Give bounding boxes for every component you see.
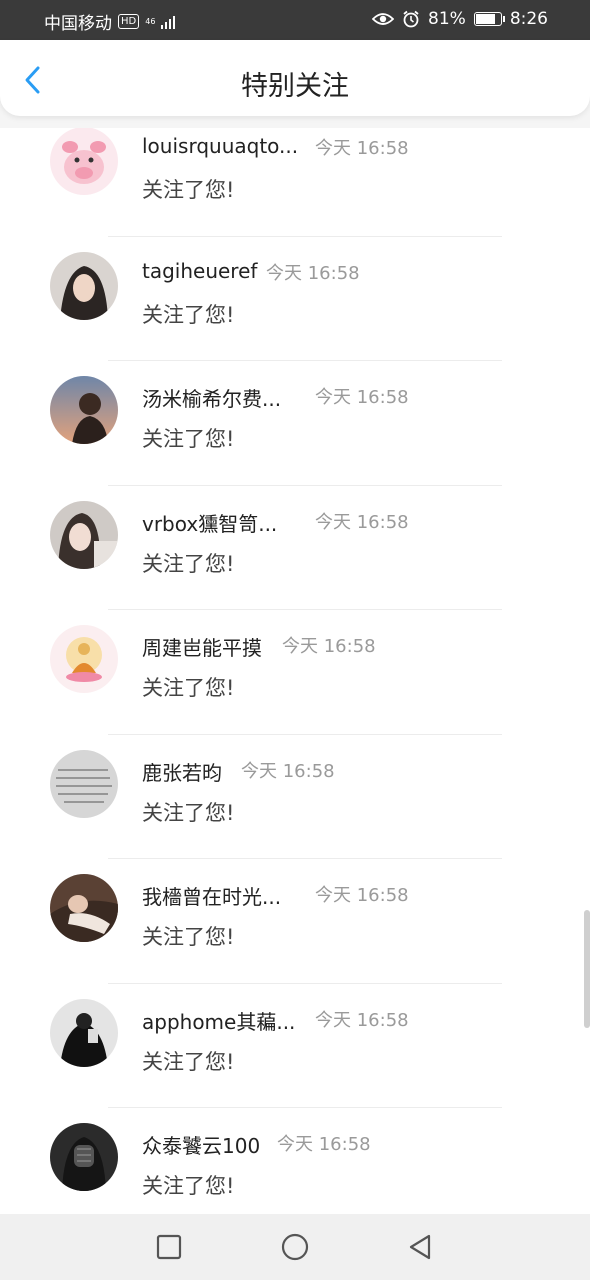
pig-avatar[interactable] xyxy=(50,128,118,195)
eye-icon xyxy=(372,13,395,25)
follow-time: 今天 16:58 xyxy=(315,138,409,159)
follow-message: 关注了您! xyxy=(142,1174,235,1198)
follow-message: 关注了您! xyxy=(142,676,235,700)
list-item[interactable]: 鹿张若昀 今天 16:58 关注了您! xyxy=(0,735,590,859)
woman-portrait-avatar[interactable] xyxy=(50,251,118,320)
user-name[interactable]: apphome其藊... xyxy=(142,1006,295,1035)
user-name[interactable]: 鹿张若昀 xyxy=(142,757,222,786)
list-item[interactable]: apphome其藊... 今天 16:58 关注了您! xyxy=(0,984,590,1108)
follow-time: 今天 16:58 xyxy=(241,760,335,782)
follow-time: 今天 16:58 xyxy=(315,511,409,533)
follow-time: 今天 16:58 xyxy=(315,885,409,906)
follow-time: 今天 16:58 xyxy=(315,387,409,408)
network-type-label: 46 xyxy=(145,16,156,26)
follow-message: 关注了您! xyxy=(142,178,235,202)
user-name[interactable]: 我檣曾在时光... xyxy=(142,881,281,910)
buddha-avatar[interactable] xyxy=(50,625,118,693)
follow-time: 今天 16:58 xyxy=(277,1134,371,1155)
battery-level-fill xyxy=(475,14,495,24)
hd-badge: HD xyxy=(118,14,140,29)
list-item[interactable]: 周建岜能平摸 今天 16:58 关注了您! xyxy=(0,610,590,735)
system-nav-bar xyxy=(0,1214,590,1280)
follow-message: 关注了您! xyxy=(142,1049,235,1074)
follow-message: 关注了您! xyxy=(142,800,235,825)
list-item[interactable]: 众泰饕云100 今天 16:58 关注了您! xyxy=(0,1108,590,1214)
status-left: 中国移动 HD 46 xyxy=(44,9,176,34)
follow-message: 关注了您! xyxy=(142,302,235,327)
back-icon xyxy=(409,1234,431,1260)
alarm-icon xyxy=(403,10,419,28)
recent-apps-icon xyxy=(156,1234,182,1260)
follow-list: louisrquuaqto... 今天 16:58 关注了您! tagiheue… xyxy=(0,128,590,1214)
kendo-mask-avatar[interactable] xyxy=(50,1123,118,1191)
page-title: 特别关注 xyxy=(241,71,349,102)
signal-icon xyxy=(161,15,176,29)
girl-portrait-avatar[interactable] xyxy=(50,500,118,569)
carrier-label: 中国移动 xyxy=(44,14,112,34)
dark-figure-avatar[interactable] xyxy=(50,998,118,1067)
list-item[interactable]: louisrquuaqto... 今天 16:58 关注了您! xyxy=(0,128,590,237)
follow-message: 关注了您! xyxy=(142,427,235,451)
user-name[interactable]: louisrquuaqto... xyxy=(142,134,298,158)
reclining-woman-avatar[interactable] xyxy=(50,874,118,942)
status-right: 81% 8:26 xyxy=(372,9,548,29)
list-item[interactable]: vrbox獯智笥... 今天 16:58 关注了您! xyxy=(0,486,590,610)
home-icon xyxy=(281,1233,309,1261)
sunset-portrait-avatar[interactable] xyxy=(50,376,118,444)
user-name[interactable]: 众泰饕云100 xyxy=(142,1130,260,1159)
clock: 8:26 xyxy=(509,9,548,29)
list-item[interactable]: 我檣曾在时光... 今天 16:58 关注了您! xyxy=(0,859,590,984)
system-back-button[interactable] xyxy=(405,1232,435,1262)
follow-message: 关注了您! xyxy=(142,925,235,949)
home-button[interactable] xyxy=(280,1232,310,1262)
follow-time: 今天 16:58 xyxy=(315,1009,409,1031)
calligraphy-avatar[interactable] xyxy=(50,749,118,818)
user-name[interactable]: tagiheueref xyxy=(142,259,257,283)
follow-message: 关注了您! xyxy=(142,551,235,576)
status-bar: 中国移动 HD 46 81% 8:26 xyxy=(0,0,590,40)
follow-time: 今天 16:58 xyxy=(282,636,376,657)
battery-percent: 81% xyxy=(428,9,466,29)
follow-time: 今天 16:58 xyxy=(266,262,360,284)
battery-icon xyxy=(473,12,505,26)
user-name[interactable]: 周建岜能平摸 xyxy=(142,632,262,661)
recent-apps-button[interactable] xyxy=(154,1232,184,1262)
user-name[interactable]: vrbox獯智笥... xyxy=(142,508,277,537)
header-bar: 特别关注 xyxy=(0,40,590,116)
list-item[interactable]: 汤米榆希尔费... 今天 16:58 关注了您! xyxy=(0,361,590,486)
list-item[interactable]: tagiheueref 今天 16:58 关注了您! xyxy=(0,237,590,361)
user-name[interactable]: 汤米榆希尔费... xyxy=(142,383,281,412)
scrollbar[interactable] xyxy=(584,910,590,1028)
